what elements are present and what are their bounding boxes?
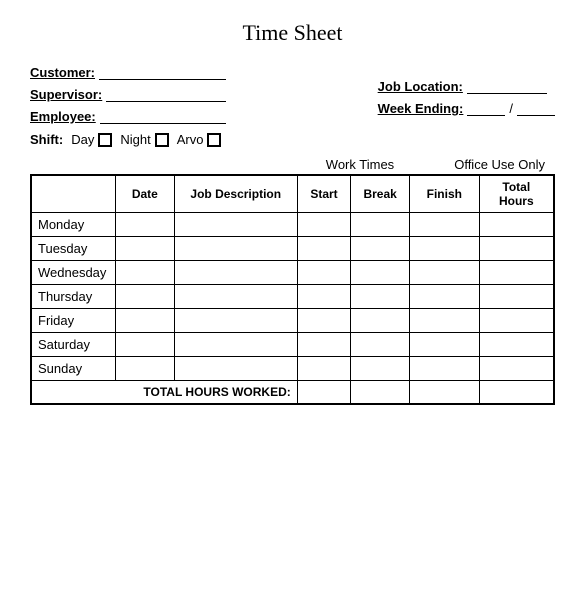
day-label: Wednesday xyxy=(31,261,115,285)
break-cell-0[interactable] xyxy=(351,213,410,237)
header-start: Start xyxy=(297,175,350,213)
header-finish: Finish xyxy=(410,175,480,213)
start-cell-2[interactable] xyxy=(297,261,350,285)
break-cell-4[interactable] xyxy=(351,309,410,333)
shift-night[interactable]: Night xyxy=(120,132,168,147)
day-label: Tuesday xyxy=(31,237,115,261)
total-hours-label: TOTAL HOURS WORKED: xyxy=(31,381,297,405)
week-ending-label: Week Ending: xyxy=(378,101,464,116)
header-date: Date xyxy=(115,175,174,213)
finish-cell-6[interactable] xyxy=(410,357,480,381)
day-label: Friday xyxy=(31,309,115,333)
table-row: Tuesday xyxy=(31,237,554,261)
finish-cell-0[interactable] xyxy=(410,213,480,237)
day-label: Sunday xyxy=(31,357,115,381)
break-cell-3[interactable] xyxy=(351,285,410,309)
finish-cell-3[interactable] xyxy=(410,285,480,309)
header-day xyxy=(31,175,115,213)
job-cell-0[interactable] xyxy=(174,213,297,237)
total-cell-1[interactable] xyxy=(479,237,554,261)
total-value-cell xyxy=(479,381,554,405)
shift-arvo-checkbox[interactable] xyxy=(207,133,221,147)
finish-cell-4[interactable] xyxy=(410,309,480,333)
date-cell-1[interactable] xyxy=(115,237,174,261)
start-cell-1[interactable] xyxy=(297,237,350,261)
start-cell-4[interactable] xyxy=(297,309,350,333)
total-row: TOTAL HOURS WORKED: xyxy=(31,381,554,405)
header-break: Break xyxy=(351,175,410,213)
customer-input[interactable] xyxy=(99,64,226,80)
day-label: Monday xyxy=(31,213,115,237)
supervisor-label: Supervisor: xyxy=(30,87,102,102)
job-cell-5[interactable] xyxy=(174,333,297,357)
job-cell-3[interactable] xyxy=(174,285,297,309)
table-row: Saturday xyxy=(31,333,554,357)
shift-night-checkbox[interactable] xyxy=(155,133,169,147)
table-row: Thursday xyxy=(31,285,554,309)
header-total: TotalHours xyxy=(479,175,554,213)
employee-label: Employee: xyxy=(30,109,96,124)
table-row: Sunday xyxy=(31,357,554,381)
finish-cell-2[interactable] xyxy=(410,261,480,285)
header-job: Job Description xyxy=(174,175,297,213)
total-cell-3[interactable] xyxy=(479,285,554,309)
table-row: Monday xyxy=(31,213,554,237)
job-cell-1[interactable] xyxy=(174,237,297,261)
customer-label: Customer: xyxy=(30,65,95,80)
timesheet-table: Date Job Description Start Break Finish … xyxy=(30,174,555,405)
work-times-header: Work Times xyxy=(275,157,445,172)
finish-cell-1[interactable] xyxy=(410,237,480,261)
shift-day[interactable]: Day xyxy=(71,132,112,147)
total-start-cell xyxy=(297,381,350,405)
date-cell-3[interactable] xyxy=(115,285,174,309)
date-cell-4[interactable] xyxy=(115,309,174,333)
start-cell-3[interactable] xyxy=(297,285,350,309)
shift-label: Shift: xyxy=(30,132,63,147)
week-ending-year-input[interactable] xyxy=(517,100,555,116)
break-cell-2[interactable] xyxy=(351,261,410,285)
shift-arvo-label: Arvo xyxy=(177,132,204,147)
slash-separator: / xyxy=(509,102,513,115)
week-ending-month-input[interactable] xyxy=(467,100,505,116)
supervisor-input[interactable] xyxy=(106,86,226,102)
start-cell-0[interactable] xyxy=(297,213,350,237)
page-title: Time Sheet xyxy=(30,20,555,46)
total-finish-cell xyxy=(410,381,480,405)
employee-input[interactable] xyxy=(100,108,227,124)
break-cell-6[interactable] xyxy=(351,357,410,381)
job-cell-2[interactable] xyxy=(174,261,297,285)
break-cell-5[interactable] xyxy=(351,333,410,357)
total-cell-4[interactable] xyxy=(479,309,554,333)
shift-arvo[interactable]: Arvo xyxy=(177,132,222,147)
date-cell-2[interactable] xyxy=(115,261,174,285)
date-cell-6[interactable] xyxy=(115,357,174,381)
office-use-header: Office Use Only xyxy=(445,157,545,172)
shift-day-label: Day xyxy=(71,132,94,147)
shift-day-checkbox[interactable] xyxy=(98,133,112,147)
total-cell-6[interactable] xyxy=(479,357,554,381)
day-label: Thursday xyxy=(31,285,115,309)
total-break-cell xyxy=(351,381,410,405)
start-cell-5[interactable] xyxy=(297,333,350,357)
break-cell-1[interactable] xyxy=(351,237,410,261)
table-row: Wednesday xyxy=(31,261,554,285)
total-cell-5[interactable] xyxy=(479,333,554,357)
day-label: Saturday xyxy=(31,333,115,357)
date-cell-5[interactable] xyxy=(115,333,174,357)
job-cell-6[interactable] xyxy=(174,357,297,381)
shift-night-label: Night xyxy=(120,132,150,147)
job-location-label: Job Location: xyxy=(378,79,463,94)
job-location-input[interactable] xyxy=(467,78,547,94)
start-cell-6[interactable] xyxy=(297,357,350,381)
total-cell-0[interactable] xyxy=(479,213,554,237)
total-cell-2[interactable] xyxy=(479,261,554,285)
table-row: Friday xyxy=(31,309,554,333)
finish-cell-5[interactable] xyxy=(410,333,480,357)
date-cell-0[interactable] xyxy=(115,213,174,237)
job-cell-4[interactable] xyxy=(174,309,297,333)
